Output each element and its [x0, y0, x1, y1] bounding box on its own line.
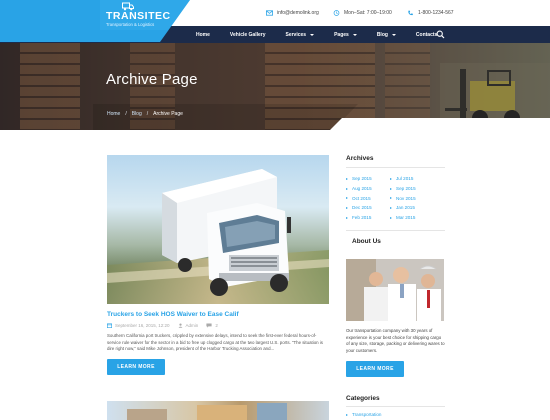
post-excerpt: Southern California port truckers, cripp…: [107, 333, 323, 352]
breadcrumb-home[interactable]: Home: [107, 111, 120, 117]
nav-item-vehicle-gallery[interactable]: Vehicle Gallery: [220, 26, 276, 43]
logo-tagline: Transportation & Logistics: [106, 22, 155, 27]
post-date: September 16, 2015, 12:20: [115, 323, 170, 328]
post-author[interactable]: Admin: [186, 323, 199, 328]
archive-label: Dec 2015: [352, 205, 372, 211]
archive-link[interactable]: Nov 2015: [390, 193, 416, 203]
archive-link[interactable]: Oct 2015: [346, 193, 372, 203]
archive-link[interactable]: Jul 2015: [390, 174, 416, 184]
breadcrumb-blog[interactable]: Blog: [132, 111, 142, 117]
divider: [346, 230, 445, 231]
contact-hours-text: Mon–Sat: 7:00–19:00: [344, 10, 392, 16]
nav-item-contacts-label: Contacts: [415, 31, 438, 38]
contact-hours: Mon–Sat: 7:00–19:00: [333, 10, 392, 16]
archive-link[interactable]: Feb 2015: [346, 213, 372, 223]
user-icon: [178, 323, 183, 328]
bullet-arrow-icon: [390, 197, 392, 200]
archive-label: Feb 2015: [352, 215, 372, 221]
about-team-photo: [346, 259, 444, 321]
contact-phone[interactable]: 1-800-1234-567: [407, 10, 454, 16]
chevron-down-icon: [352, 33, 357, 36]
archives-heading: Archives: [346, 155, 374, 162]
nav-item-pages-label: Pages: [334, 31, 349, 38]
contact-email-text: info@demolink.org: [277, 10, 319, 16]
logo-name: TRANSITEC: [106, 10, 171, 22]
archives-list-right: Jul 2015 Sep 2015 Nov 2015 Jan 2015 Mar …: [390, 174, 416, 222]
nav-item-home-label: Home: [196, 31, 210, 38]
nav-item-services-label: Services: [285, 31, 307, 38]
bullet-arrow-icon: [346, 216, 348, 219]
category-label: Transportation: [352, 412, 382, 417]
chevron-down-icon: [391, 33, 396, 36]
warehouse-photo: [127, 403, 287, 420]
nav-item-blog[interactable]: Blog: [367, 26, 406, 43]
archive-label: Mar 2015: [396, 215, 416, 221]
archive-label: Sep 2015: [396, 186, 416, 192]
bullet-arrow-icon: [346, 177, 348, 180]
archive-link[interactable]: Jan 2015: [390, 203, 416, 213]
breadcrumb-current: Archive Page: [153, 111, 183, 117]
hero-bottom-cut: [330, 118, 550, 130]
clock-icon: [333, 10, 340, 16]
phone-icon: [408, 10, 413, 16]
post-title[interactable]: Truckers to Seek HOS Waiver to Ease Cali…: [107, 311, 239, 318]
post-image[interactable]: [107, 401, 329, 420]
nav-item-vehicle-gallery-label: Vehicle Gallery: [229, 31, 266, 38]
archive-label: Nov 2015: [396, 195, 416, 201]
archive-link[interactable]: Mar 2015: [390, 213, 416, 223]
archive-label: Oct 2015: [352, 195, 371, 201]
archive-label: Sep 2015: [352, 176, 372, 182]
breadcrumb-separator: /: [146, 111, 149, 117]
search-icon[interactable]: [436, 30, 445, 39]
nav-item-pages[interactable]: Pages: [324, 26, 367, 43]
bullet-arrow-icon: [390, 206, 392, 209]
bullet-arrow-icon: [346, 206, 348, 209]
archive-link[interactable]: Sep 2015: [346, 174, 372, 184]
about-learn-more-button[interactable]: LEARN MORE: [346, 361, 404, 377]
bullet-arrow-icon: [346, 413, 348, 416]
bullet-arrow-icon: [390, 177, 392, 180]
archive-link[interactable]: Sep 2015: [390, 184, 416, 194]
category-link[interactable]: Transportation: [346, 412, 381, 417]
divider: [346, 167, 445, 168]
bullet-arrow-icon: [346, 187, 348, 190]
comment-icon: [206, 323, 212, 328]
logo[interactable]: TRANSITEC Transportation & Logistics: [0, 0, 190, 42]
post-learn-more-button[interactable]: LEARN MORE: [107, 359, 165, 375]
divider: [346, 406, 445, 407]
categories-heading: Categories: [346, 395, 380, 402]
contact-phone-text: 1-800-1234-567: [418, 10, 454, 16]
nav-item-services[interactable]: Services: [276, 26, 325, 43]
archives-list-left: Sep 2015 Aug 2015 Oct 2015 Dec 2015 Feb …: [346, 174, 372, 222]
calendar-icon: [107, 323, 112, 328]
truck-photo: [107, 169, 329, 304]
about-text: Our transportation company with 30 years…: [346, 328, 445, 353]
contact-email[interactable]: info@demolink.org: [266, 10, 319, 16]
bullet-arrow-icon: [390, 216, 392, 219]
bullet-arrow-icon: [346, 197, 348, 200]
archive-link[interactable]: Dec 2015: [346, 203, 372, 213]
breadcrumb-separator: /: [125, 111, 127, 117]
team-photo: [346, 259, 444, 321]
about-heading: About Us: [352, 238, 381, 245]
archive-label: Jan 2015: [396, 205, 415, 211]
archive-label: Aug 2015: [352, 186, 372, 192]
bullet-arrow-icon: [390, 187, 392, 190]
breadcrumb: Home / Blog / Archive Page: [107, 111, 183, 117]
post-meta: September 16, 2015, 12:20 Admin 2: [107, 323, 218, 328]
archive-label: Jul 2015: [396, 176, 414, 182]
post-comment-count[interactable]: 2: [215, 323, 218, 328]
archive-link[interactable]: Aug 2015: [346, 184, 372, 194]
chevron-down-icon: [310, 33, 315, 36]
page-title: Archive Page: [106, 71, 198, 88]
nav-item-home[interactable]: Home: [186, 26, 220, 43]
nav-item-blog-label: Blog: [376, 31, 388, 38]
envelope-icon: [266, 10, 273, 16]
breadcrumb-background: [93, 104, 358, 130]
post-image[interactable]: [107, 155, 329, 304]
